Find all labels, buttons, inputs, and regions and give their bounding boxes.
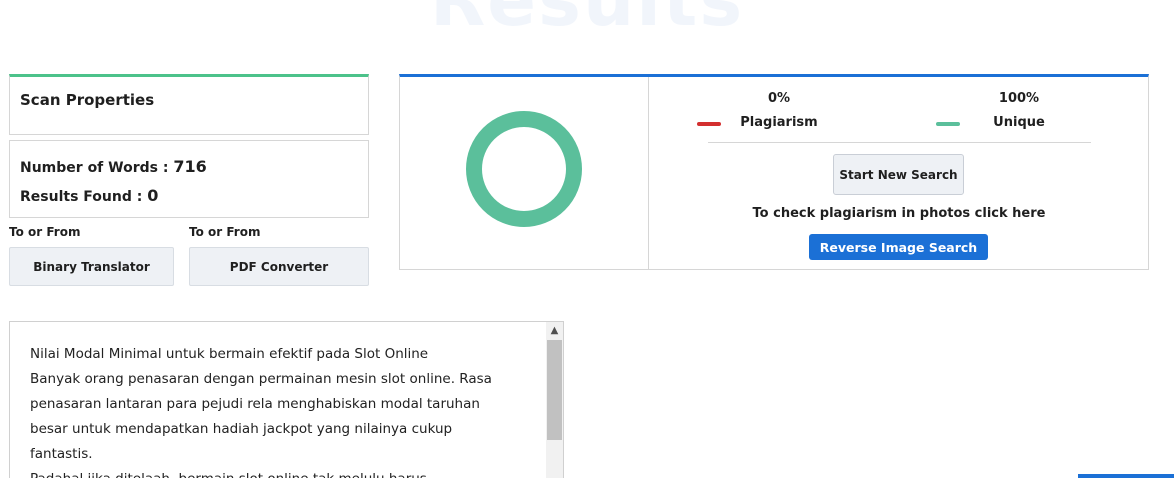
binary-translator-button[interactable]: Binary Translator (9, 247, 174, 286)
start-new-search-button[interactable]: Start New Search (833, 154, 964, 195)
content-line: besar untuk mendapatkan hadiah jackpot y… (30, 421, 453, 437)
photo-check-text: To check plagiarism in photos click here (752, 206, 1046, 221)
content-line: Padahal jika ditelaah, bermain slot onli… (30, 467, 530, 478)
results-heading: Results (429, 0, 745, 42)
pdf-converter-button[interactable]: PDF Converter (189, 247, 369, 286)
content-scrollbar[interactable]: ▲ (546, 322, 563, 478)
unique-legend-label: Unique (993, 115, 1045, 130)
unique-percent: 100% (998, 91, 1040, 106)
plagiarism-legend-label: Plagiarism (740, 115, 818, 130)
content-line: fantastis. (30, 446, 93, 462)
result-donut-cell (400, 77, 649, 270)
plagiarism-percent: 0% (767, 91, 791, 106)
results-divider (708, 142, 1091, 143)
tool-label-binary: To or From (9, 225, 81, 239)
plagiarism-results-page: Results Scan Properties Number of Words … (0, 0, 1174, 478)
results-found-row: Results Found : 0 (20, 182, 358, 211)
scan-properties-card: Scan Properties (9, 74, 369, 135)
donut-segment-unique (466, 111, 582, 227)
word-count-label: Number of Words : (20, 160, 174, 176)
word-count-value: 716 (173, 157, 207, 176)
unique-legend-swatch (936, 122, 960, 126)
content-text: Nilai Modal Minimal untuk bermain efekti… (30, 342, 530, 478)
content-line: penasaran lantaran para pejudi rela meng… (30, 396, 480, 412)
scan-properties-title: Scan Properties (20, 91, 155, 109)
content-line: Nilai Modal Minimal untuk bermain efekti… (30, 346, 429, 362)
plagiarism-legend-swatch (697, 122, 721, 126)
results-found-value: 0 (147, 186, 159, 205)
scan-stats-card: Number of Words : 716 Results Found : 0 (9, 140, 369, 218)
content-textbox[interactable]: Nilai Modal Minimal untuk bermain efekti… (9, 321, 564, 478)
result-donut-chart (466, 111, 582, 227)
scroll-up-icon[interactable]: ▲ (546, 322, 563, 339)
corner-accent-bar (1078, 474, 1174, 478)
content-line: Banyak orang penasaran dengan permainan … (30, 371, 492, 387)
results-found-label: Results Found : (20, 189, 148, 205)
tool-label-pdf: To or From (189, 225, 261, 239)
scrollbar-thumb[interactable] (547, 340, 562, 440)
results-panel: 0% 100% Plagiarism Unique Start New Sear… (399, 74, 1149, 270)
word-count-row: Number of Words : 716 (20, 153, 358, 182)
reverse-image-search-button[interactable]: Reverse Image Search (809, 234, 988, 260)
